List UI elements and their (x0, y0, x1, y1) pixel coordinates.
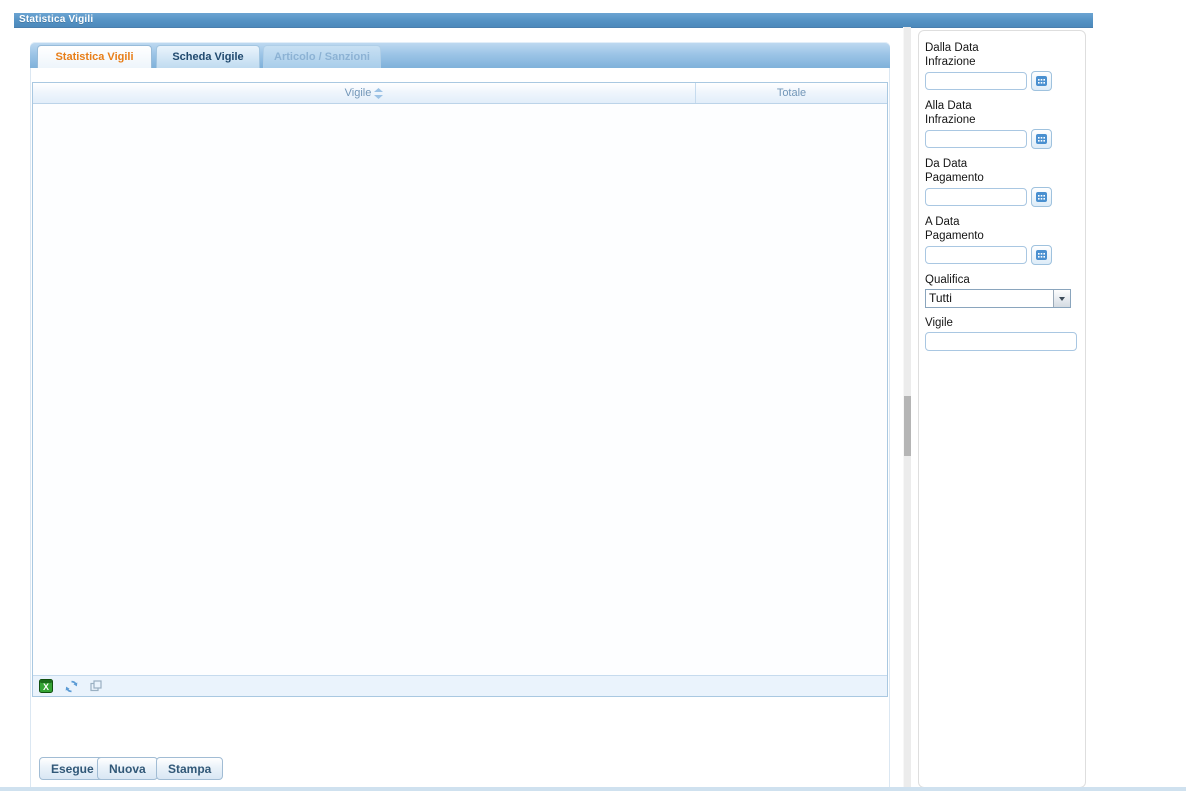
qualifica-label: Qualifica (925, 273, 1011, 287)
field-a-data-pagamento: A Data Pagamento (925, 215, 1085, 265)
filter-panel: Dalla Data Infrazione Alla Data Infrazio… (918, 30, 1086, 788)
vigile-input[interactable] (925, 332, 1077, 351)
tab-articolo-sanzioni: Articolo / Sanzioni (263, 45, 381, 68)
grid-header-row: Vigile Totale (33, 83, 887, 104)
a-data-pagamento-label: A Data Pagamento (925, 215, 1011, 243)
dalla-data-infrazione-input[interactable] (925, 72, 1027, 90)
sort-both-icon (374, 88, 383, 99)
page-bottom-border (0, 787, 1186, 791)
column-header-vigile-label: Vigile (345, 83, 372, 103)
qualifica-select[interactable]: Tutti (925, 289, 1071, 308)
alla-data-infrazione-calendar-button[interactable] (1031, 129, 1052, 149)
esegue-button[interactable]: Esegue (39, 757, 106, 780)
svg-text:X: X (43, 682, 49, 692)
stampa-button[interactable]: Stampa (156, 757, 223, 780)
calendar-icon (1036, 134, 1047, 144)
excel-export-icon: X (39, 679, 53, 693)
tab-scheda-vigile[interactable]: Scheda Vigile (156, 45, 260, 68)
tab-strip: Statistica Vigili Scheda Vigile Articolo… (30, 42, 890, 68)
open-popup-button[interactable] (88, 678, 104, 694)
da-data-pagamento-calendar-button[interactable] (1031, 187, 1052, 207)
open-in-new-window-icon (90, 680, 102, 692)
nuova-button[interactable]: Nuova (97, 757, 158, 780)
excel-export-button[interactable]: X (38, 678, 54, 694)
results-grid: Vigile Totale X (32, 82, 888, 697)
da-data-pagamento-input[interactable] (925, 188, 1027, 206)
refresh-icon (65, 680, 78, 693)
column-header-vigile[interactable]: Vigile (33, 83, 696, 103)
vigile-label: Vigile (925, 316, 1011, 330)
calendar-icon (1036, 192, 1047, 202)
calendar-icon (1036, 250, 1047, 260)
splitter-handle[interactable] (904, 396, 911, 456)
field-dalla-data-infrazione: Dalla Data Infrazione (925, 41, 1085, 91)
field-alla-data-infrazione: Alla Data Infrazione (925, 99, 1085, 149)
column-header-totale[interactable]: Totale (696, 83, 887, 103)
qualifica-selected-value: Tutti (926, 290, 1053, 307)
window-titlebar: Statistica Vigili (14, 13, 1093, 28)
grid-body-empty (33, 104, 887, 675)
window-title: Statistica Vigili (14, 13, 1093, 27)
alla-data-infrazione-label: Alla Data Infrazione (925, 99, 1011, 127)
tab-statistica-vigili[interactable]: Statistica Vigili (37, 45, 152, 68)
dalla-data-infrazione-label: Dalla Data Infrazione (925, 41, 1011, 69)
alla-data-infrazione-input[interactable] (925, 130, 1027, 148)
a-data-pagamento-calendar-button[interactable] (1031, 245, 1052, 265)
dalla-data-infrazione-calendar-button[interactable] (1031, 71, 1052, 91)
da-data-pagamento-label: Da Data Pagamento (925, 157, 1011, 185)
field-qualifica: Qualifica Tutti (925, 273, 1085, 308)
field-da-data-pagamento: Da Data Pagamento (925, 157, 1085, 207)
qualifica-dropdown-button[interactable] (1053, 290, 1070, 307)
refresh-button[interactable] (63, 678, 79, 694)
calendar-icon (1036, 76, 1047, 86)
dropdown-arrow-icon (1059, 297, 1065, 301)
a-data-pagamento-input[interactable] (925, 246, 1027, 264)
grid-bottom-toolbar: X (33, 675, 887, 696)
panel-splitter[interactable] (903, 27, 911, 787)
column-header-totale-label: Totale (777, 83, 806, 103)
field-vigile: Vigile (925, 316, 1085, 351)
